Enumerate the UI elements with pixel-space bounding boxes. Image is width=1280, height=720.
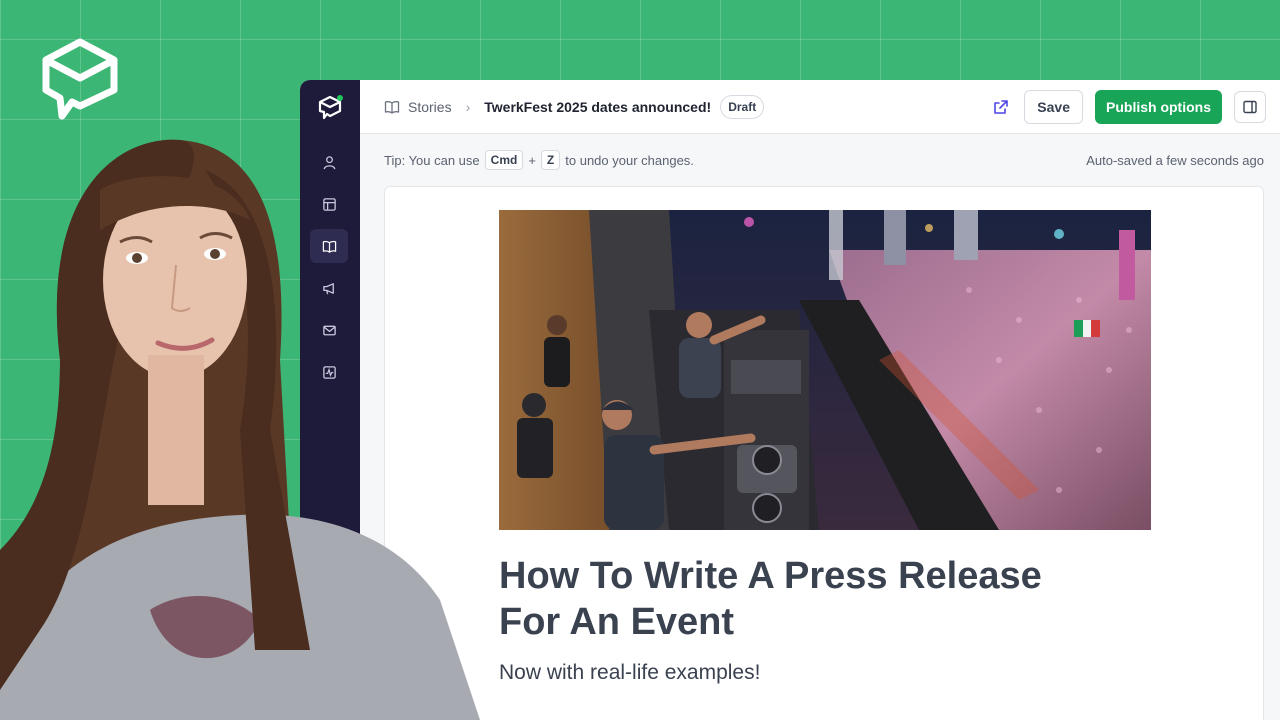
editor-area: Stories › TwerkFest 2025 dates announced… — [360, 80, 1280, 720]
app-logo-icon[interactable] — [317, 94, 343, 120]
chevron-right-icon: › — [465, 98, 471, 115]
brand-logo-icon — [42, 38, 118, 120]
kbd-z: Z — [540, 150, 561, 170]
story-editor: How To Write A Press Release For An Even… — [384, 186, 1264, 720]
presenter-overlay — [0, 139, 480, 720]
book-open-icon — [384, 100, 400, 114]
sidebar-panel-icon — [1243, 100, 1257, 114]
top-actions: Save Publish options — [992, 90, 1266, 124]
tip-suffix: to undo your changes. — [565, 152, 694, 168]
top-bar: Stories › TwerkFest 2025 dates announced… — [360, 80, 1280, 134]
article-subtitle[interactable]: Now with real-life examples! — [499, 661, 760, 685]
save-button[interactable]: Save — [1024, 90, 1083, 124]
status-badge: Draft — [720, 94, 765, 119]
publish-options-button[interactable]: Publish options — [1095, 90, 1222, 124]
tip-plus: + — [528, 152, 536, 168]
article-title-line-2: For An Event — [499, 601, 735, 643]
article-title-line-1: How To Write A Press Release — [499, 555, 1042, 597]
breadcrumb-stories[interactable]: Stories — [408, 99, 452, 115]
kbd-cmd: Cmd — [484, 150, 524, 170]
story-title: TwerkFest 2025 dates announced! — [484, 98, 712, 115]
autosave-status: Auto-saved a few seconds ago — [1086, 153, 1264, 168]
external-link-icon[interactable] — [992, 98, 1010, 116]
hero-image[interactable] — [499, 210, 1151, 530]
article-title[interactable]: How To Write A Press Release For An Even… — [499, 553, 1099, 645]
toggle-sidebar-button[interactable] — [1234, 91, 1266, 123]
